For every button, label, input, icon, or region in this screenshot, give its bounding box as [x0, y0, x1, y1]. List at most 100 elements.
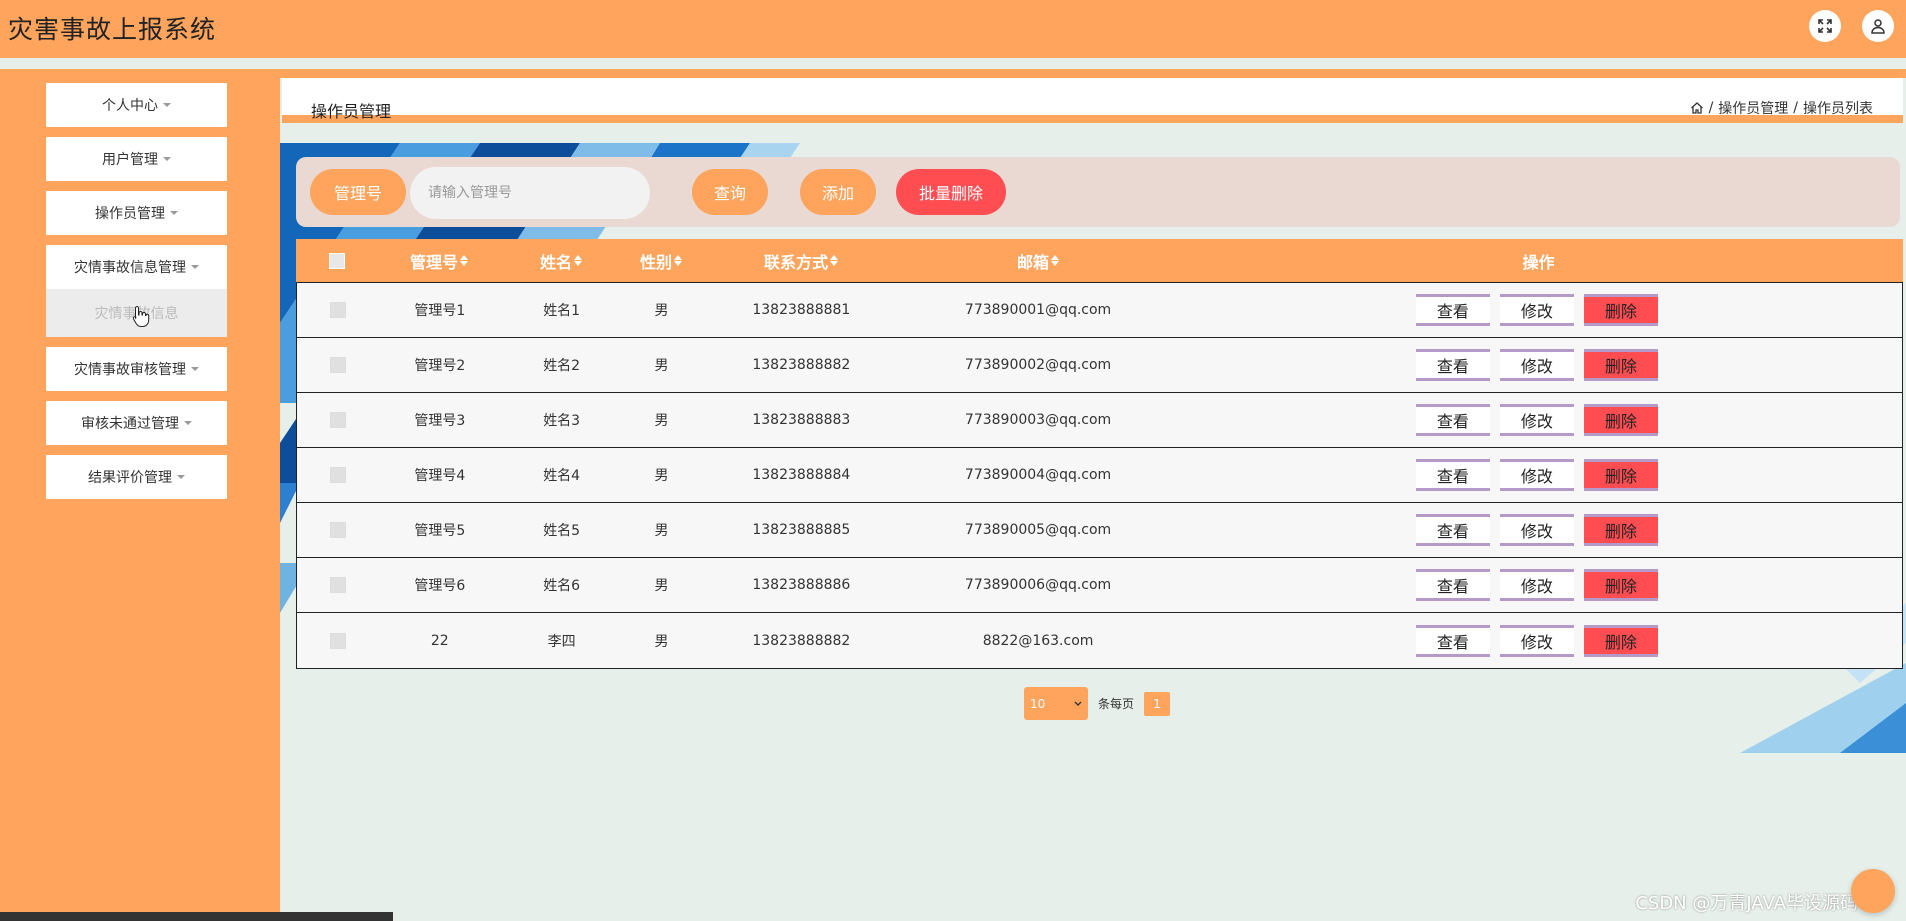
cell-sex: 男 [654, 468, 669, 484]
select-all-checkbox[interactable] [329, 252, 345, 269]
sidebar-item-label: 个人中心 [102, 98, 158, 114]
column-header-no[interactable]: 管理号 [378, 239, 500, 282]
sort-icon [574, 255, 582, 266]
status-bar [0, 912, 393, 921]
sidebar-item-personal-center[interactable]: 个人中心 [46, 83, 227, 127]
sidebar-item-label: 用户管理 [102, 152, 158, 168]
edit-button[interactable]: 修改 [1499, 514, 1574, 546]
view-button[interactable]: 查看 [1415, 459, 1490, 491]
cell-sex: 男 [654, 358, 669, 374]
row-actions: 查看 修改 删除 [1415, 404, 1658, 436]
delete-button[interactable]: 删除 [1583, 624, 1658, 657]
app-title: 灾害事故上报系统 [8, 15, 217, 44]
sidebar-item-label: 审核未通过管理 [81, 416, 179, 432]
delete-button[interactable]: 删除 [1583, 514, 1658, 546]
cell-no: 管理号6 [414, 578, 466, 594]
cell-sex: 男 [654, 523, 669, 539]
breadcrumb-card: 操作员管理 / 操作员管理 / 操作员列表 [282, 78, 1903, 123]
sidebar-item-label: 操作员管理 [95, 206, 165, 222]
view-button[interactable]: 查看 [1415, 349, 1490, 381]
view-button[interactable]: 查看 [1415, 294, 1490, 326]
column-header-phone[interactable]: 联系方式 [700, 239, 902, 282]
row-checkbox[interactable] [329, 522, 346, 538]
cell-email: 773890002@qq.com [964, 357, 1112, 373]
back-to-top-button[interactable] [1851, 869, 1895, 913]
caret-down-icon [184, 421, 192, 425]
cell-email: 8822@163.com [982, 632, 1094, 649]
edit-button[interactable]: 修改 [1499, 459, 1574, 491]
row-checkbox[interactable] [329, 467, 346, 483]
sidebar-item-result-evaluation-management[interactable]: 结果评价管理 [46, 455, 227, 499]
breadcrumb-item-operator-list: 操作员列表 [1803, 101, 1873, 117]
view-button[interactable]: 查看 [1415, 404, 1490, 436]
cell-sex: 男 [654, 578, 669, 594]
edit-button[interactable]: 修改 [1499, 294, 1574, 326]
sort-icon [674, 255, 682, 266]
table-row: 管理号1 姓名1 男 13823888881 773890001@qq.com 查看 修改删… [297, 283, 1902, 338]
home-icon[interactable] [1690, 101, 1704, 115]
row-checkbox[interactable] [329, 632, 346, 649]
edit-button[interactable]: 修改 [1499, 624, 1574, 657]
row-actions: 查看 修改 删除 [1415, 569, 1658, 601]
table-row: 管理号6 姓名6 男 13823888886 773890006@qq.com 查看 修改删… [297, 558, 1902, 613]
table-row: 22 李四 男 13823888882 8822@163.com 查看 修改 删除 [297, 613, 1902, 668]
delete-button[interactable]: 删除 [1583, 294, 1658, 326]
user-icon[interactable] [1862, 10, 1894, 42]
edit-button[interactable]: 修改 [1499, 404, 1574, 436]
page-size-select[interactable]: 10 [1024, 687, 1088, 720]
search-bar: 管理号 查询 添加 批量删除 [296, 157, 1900, 227]
cell-name: 姓名1 [543, 303, 581, 319]
add-button[interactable]: 添加 [800, 169, 876, 215]
sidebar-subitem-disaster-info[interactable]: 灾情事故信息 [46, 289, 227, 337]
cell-no: 管理号5 [414, 523, 466, 539]
fullscreen-icon[interactable] [1809, 10, 1841, 42]
row-actions: 查看 修改 删除 [1415, 624, 1658, 657]
cell-name: 姓名5 [543, 523, 581, 539]
column-header-email[interactable]: 邮箱 [902, 239, 1174, 282]
edit-button[interactable]: 修改 [1499, 349, 1574, 381]
table-row: 管理号4 姓名4 男 13823888884 773890004@qq.com 查看 修改删… [297, 448, 1902, 503]
query-button[interactable]: 查询 [692, 169, 768, 215]
header-divider [0, 58, 1906, 69]
table-body: 管理号1 姓名1 男 13823888881 773890001@qq.com 查看 修改删… [296, 282, 1903, 669]
per-page-label: 条每页 [1098, 697, 1135, 711]
cell-phone: 13823888885 [752, 522, 851, 538]
cell-sex: 男 [654, 633, 669, 650]
delete-button[interactable]: 删除 [1583, 404, 1658, 436]
caret-down-icon [170, 211, 178, 215]
sort-icon [1051, 255, 1059, 266]
caret-down-icon [163, 157, 171, 161]
search-input[interactable] [410, 167, 650, 219]
batch-delete-button[interactable]: 批量删除 [896, 169, 1006, 215]
page-number-current[interactable]: 1 [1144, 691, 1171, 716]
sidebar-item-review-rejected-management[interactable]: 审核未通过管理 [46, 401, 227, 445]
row-checkbox[interactable] [329, 302, 346, 318]
caret-down-icon [191, 265, 199, 269]
sidebar-item-user-management[interactable]: 用户管理 [46, 137, 227, 181]
caret-down-icon [191, 367, 199, 371]
column-header-sex[interactable]: 性别 [622, 239, 700, 282]
delete-button[interactable]: 删除 [1583, 459, 1658, 491]
cell-name: 姓名4 [543, 468, 581, 484]
sidebar-item-label: 灾情事故审核管理 [74, 362, 186, 378]
delete-button[interactable]: 删除 [1583, 569, 1658, 601]
view-button[interactable]: 查看 [1415, 514, 1490, 546]
sidebar-item-operator-management[interactable]: 操作员管理 [46, 191, 227, 235]
row-checkbox[interactable] [329, 357, 346, 373]
column-header-name[interactable]: 姓名 [500, 239, 622, 282]
view-button[interactable]: 查看 [1415, 569, 1490, 601]
breadcrumb-item-operator-management[interactable]: 操作员管理 [1718, 98, 1788, 118]
row-checkbox[interactable] [329, 577, 346, 593]
cell-email: 773890001@qq.com [964, 302, 1112, 318]
page-title: 操作员管理 [311, 102, 392, 121]
row-checkbox[interactable] [329, 412, 346, 428]
operator-table: 管理号 姓名 性别 联系方式 邮箱 操作 管理号1 姓名1 男 13823888881… [296, 239, 1903, 669]
table-header: 管理号 姓名 性别 联系方式 邮箱 操作 [296, 239, 1903, 282]
table-row: 管理号2 姓名2 男 13823888882 773890002@qq.com 查看 修改删… [297, 338, 1902, 393]
cell-email: 773890003@qq.com [964, 412, 1112, 428]
view-button[interactable]: 查看 [1415, 624, 1490, 657]
delete-button[interactable]: 删除 [1583, 349, 1658, 381]
sidebar-item-disaster-review-management[interactable]: 灾情事故审核管理 [46, 347, 227, 391]
edit-button[interactable]: 修改 [1499, 569, 1574, 601]
sidebar-item-disaster-info-management[interactable]: 灾情事故信息管理 [46, 245, 227, 289]
